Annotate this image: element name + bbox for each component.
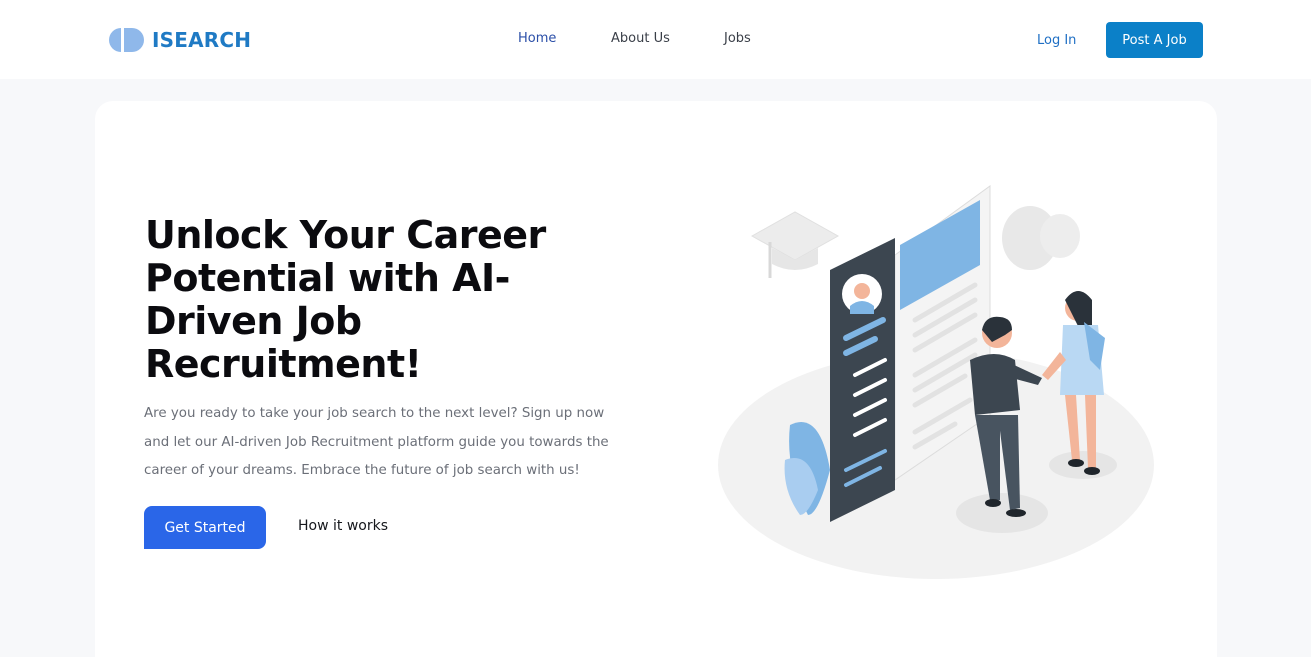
speech-bubble-icon <box>1002 206 1080 270</box>
graduation-cap-icon <box>750 211 840 278</box>
login-link[interactable]: Log In <box>1037 33 1076 48</box>
logo-icon <box>109 28 144 52</box>
brand-name: ISEARCH <box>152 28 252 52</box>
post-job-button[interactable]: Post A Job <box>1106 22 1203 58</box>
how-it-works-link[interactable]: How it works <box>298 518 388 534</box>
nav-about-us[interactable]: About Us <box>611 31 670 46</box>
brand-logo[interactable]: ISEARCH <box>108 27 251 53</box>
hero-title: Unlock Your Career Potential with AI-Dri… <box>145 213 546 386</box>
navbar: ISEARCH Home About Us Jobs Log In Post A… <box>0 0 1311 79</box>
hero-illustration <box>718 185 1154 579</box>
profile-panel <box>830 238 895 522</box>
nav-jobs[interactable]: Jobs <box>724 31 751 46</box>
nav-home[interactable]: Home <box>518 31 556 46</box>
hero-description: Are you ready to take your job search to… <box>144 406 609 478</box>
get-started-button[interactable]: Get Started <box>144 506 266 549</box>
